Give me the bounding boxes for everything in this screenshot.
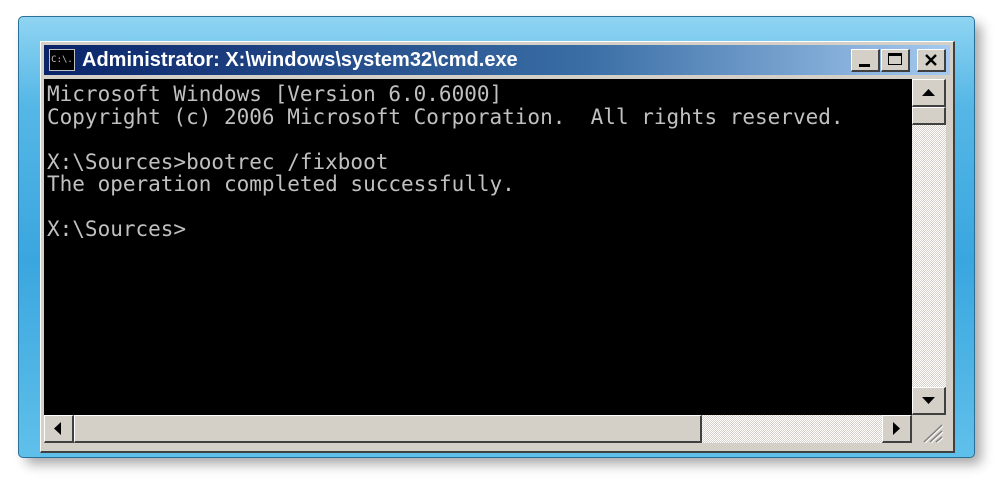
console-output-area[interactable]: Microsoft Windows [Version 6.0.6000] Cop…: [44, 79, 912, 415]
cmd-window: C:\. Administrator: X:\windows\system32\…: [40, 41, 955, 453]
resize-grip-icon: [923, 424, 944, 444]
vertical-scroll-thumb[interactable]: [912, 107, 946, 125]
arrow-down-icon: [922, 397, 935, 404]
window-title: Administrator: X:\windows\system32\cmd.e…: [82, 49, 518, 71]
scroll-up-button[interactable]: [912, 79, 946, 107]
horizontal-scrollbar[interactable]: [44, 415, 912, 443]
close-button[interactable]: [917, 49, 946, 72]
minimize-icon: [859, 64, 870, 67]
close-icon: [925, 54, 937, 66]
vertical-scrollbar[interactable]: [912, 79, 946, 415]
size-grip[interactable]: [912, 415, 946, 444]
maximize-button[interactable]: [881, 49, 910, 72]
maximize-icon: [888, 53, 902, 65]
scroll-left-button[interactable]: [44, 415, 74, 443]
minimize-button[interactable]: [851, 49, 880, 72]
arrow-up-icon: [922, 89, 935, 96]
desktop: C:\. Administrator: X:\windows\system32\…: [0, 0, 1000, 482]
command-prompt-icon[interactable]: C:\.: [49, 49, 75, 71]
aero-window-frame: C:\. Administrator: X:\windows\system32\…: [18, 16, 975, 458]
scroll-right-button[interactable]: [882, 415, 912, 443]
horizontal-scroll-thumb[interactable]: [74, 415, 702, 443]
arrow-left-icon: [54, 422, 61, 435]
console-text: Microsoft Windows [Version 6.0.6000] Cop…: [47, 82, 844, 241]
title-bar[interactable]: C:\. Administrator: X:\windows\system32\…: [44, 45, 950, 75]
scroll-down-button[interactable]: [912, 387, 946, 415]
arrow-right-icon: [893, 422, 900, 435]
